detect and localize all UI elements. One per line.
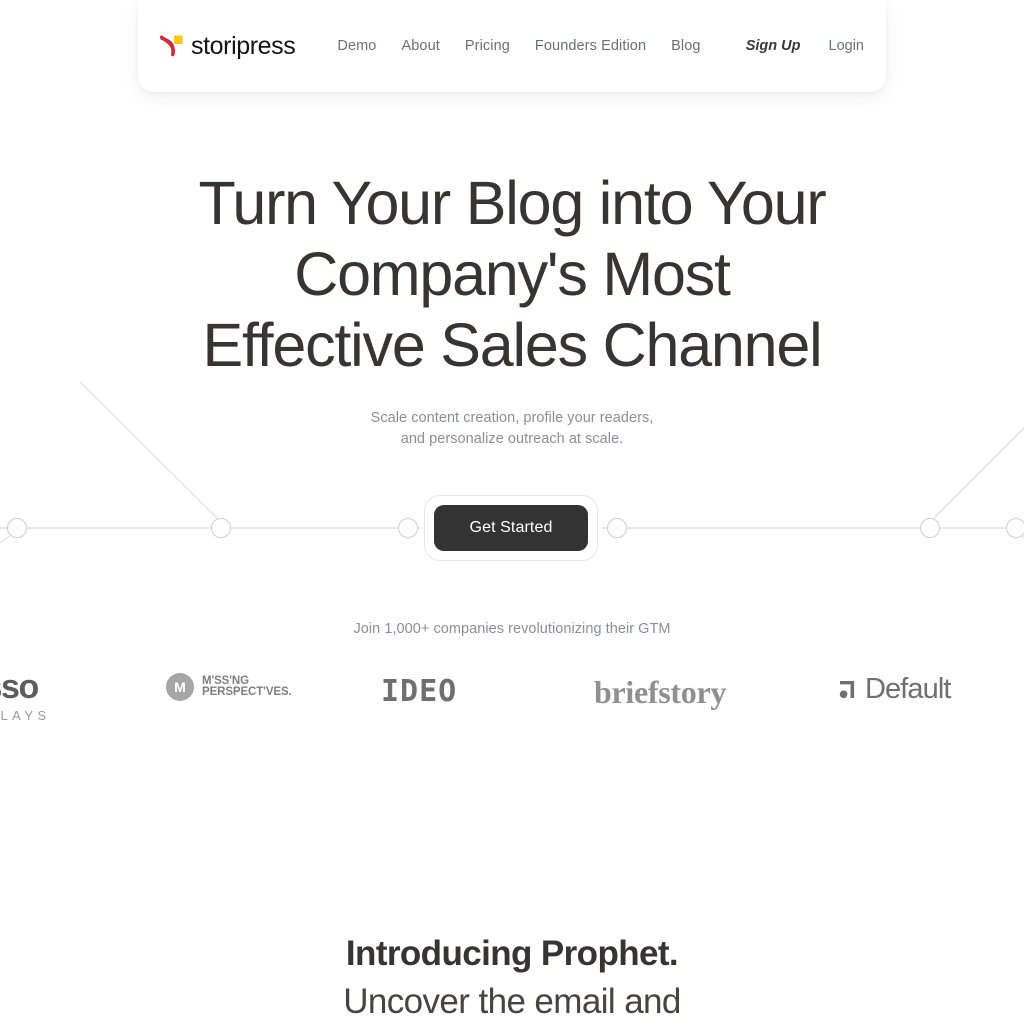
- logo-default: Default: [838, 675, 951, 704]
- sign-up-link[interactable]: Sign Up: [746, 38, 801, 54]
- logo-ideo-wordmark: IDEO: [381, 674, 458, 709]
- logo-briefstory-wordmark: briefstory: [594, 674, 727, 710]
- logo-esso-subtext: ISPLAYS: [0, 708, 51, 723]
- missing-perspectives-badge-icon: M: [166, 673, 194, 701]
- headline-line-1: Turn Your Blog into Your: [198, 169, 827, 237]
- top-navigation-bar: storipress Demo About Pricing Founders E…: [138, 0, 886, 92]
- prophet-heading: Introducing Prophet.: [345, 934, 679, 973]
- headline-line-3: Effective Sales Channel: [202, 310, 823, 379]
- login-link[interactable]: Login: [829, 38, 864, 54]
- brand-wordmark: storipress: [191, 31, 296, 60]
- customer-logo-strip: esso ISPLAYS M M'SS'NG PERSPECT'VES. IDE…: [0, 668, 1024, 730]
- nav-links: Demo About Pricing Founders Edition Blog: [337, 38, 700, 54]
- brand-logo[interactable]: storipress: [159, 31, 296, 60]
- prophet-subheading: Uncover the email and: [343, 981, 681, 1021]
- nav-account-actions: Sign Up Login: [746, 38, 864, 54]
- logo-ideo: IDEO: [381, 674, 457, 709]
- logo-missing-perspectives: M M'SS'NG PERSPECT'VES.: [166, 673, 292, 701]
- storipress-logo-icon: [159, 34, 184, 58]
- logo-esso-displays: esso ISPLAYS: [0, 670, 51, 722]
- logo-missing-line-2: PERSPECT'VES.: [202, 686, 292, 698]
- nav-item-pricing[interactable]: Pricing: [465, 38, 510, 54]
- headline-line-2: Company's Most: [294, 239, 731, 308]
- nav-item-blog[interactable]: Blog: [671, 38, 700, 54]
- nav-item-about[interactable]: About: [401, 38, 439, 54]
- landing-page: storipress Demo About Pricing Founders E…: [0, 0, 1024, 1024]
- default-logo-icon: [838, 680, 858, 700]
- page-title: Turn Your Blog into Your Company's Most …: [0, 168, 1024, 380]
- nav-item-demo[interactable]: Demo: [337, 38, 376, 54]
- get-started-button[interactable]: Get Started: [434, 505, 588, 551]
- nav-item-founders-edition[interactable]: Founders Edition: [535, 38, 646, 54]
- prophet-section: Introducing Prophet. Uncover the email a…: [0, 932, 1024, 1024]
- cta-container: Get Started: [424, 495, 598, 561]
- logo-briefstory: briefstory: [594, 674, 726, 711]
- logo-default-wordmark: Default: [865, 673, 951, 705]
- social-proof-text: Join 1,000+ companies revolutionizing th…: [353, 621, 671, 637]
- logo-esso-wordmark: esso: [0, 668, 39, 706]
